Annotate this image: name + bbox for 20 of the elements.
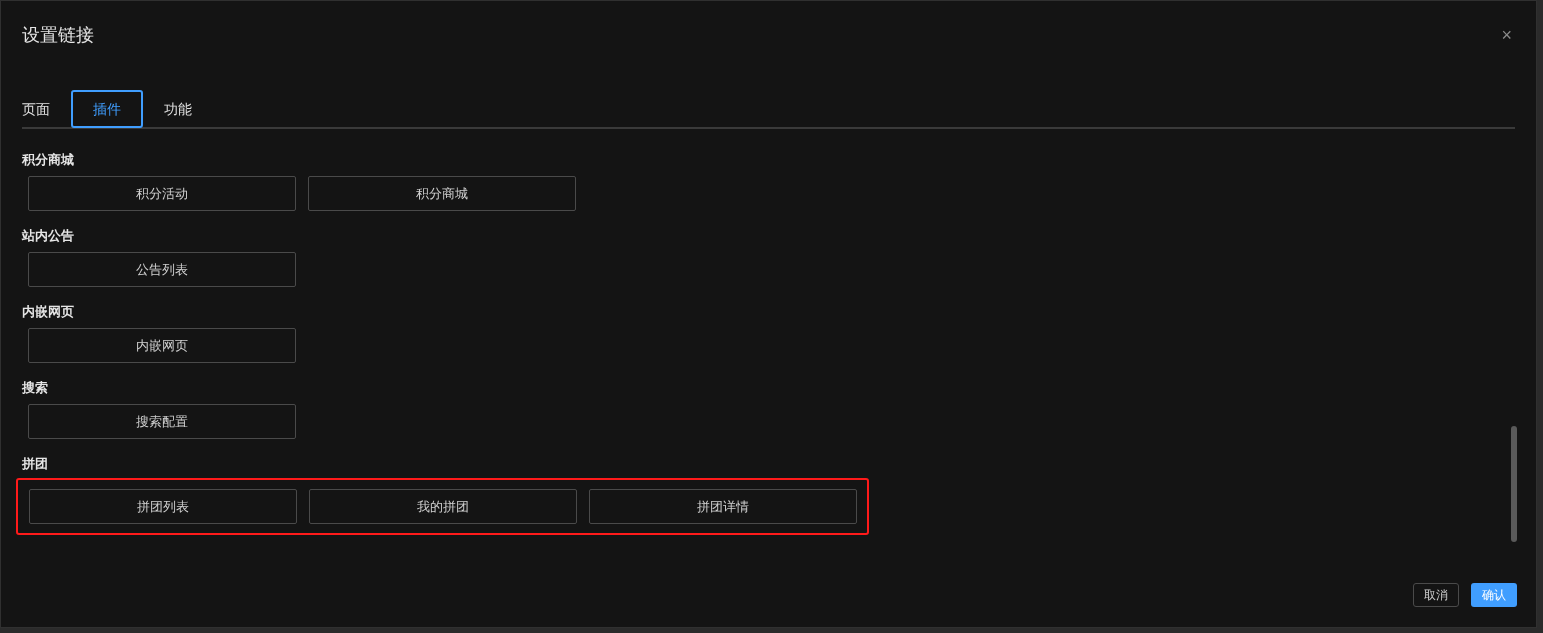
close-button[interactable]: × bbox=[1501, 26, 1512, 44]
link-option-button[interactable]: 公告列表 bbox=[28, 252, 296, 287]
group-title: 积分商城 bbox=[22, 151, 74, 169]
scrollbar-thumb[interactable] bbox=[1511, 426, 1517, 542]
group-title: 拼团 bbox=[22, 455, 48, 473]
group-title: 站内公告 bbox=[22, 227, 74, 245]
tab[interactable]: 插件 bbox=[71, 90, 143, 128]
link-option-button[interactable]: 搜索配置 bbox=[28, 404, 296, 439]
link-option-button[interactable]: 内嵌网页 bbox=[28, 328, 296, 363]
link-option-button[interactable]: 积分商城 bbox=[308, 176, 576, 211]
link-option-button[interactable]: 拼团列表 bbox=[29, 489, 297, 524]
group-title: 内嵌网页 bbox=[22, 303, 74, 321]
cancel-button[interactable]: 取消 bbox=[1413, 583, 1459, 607]
dialog-title: 设置链接 bbox=[22, 23, 94, 47]
group-title: 搜索 bbox=[22, 379, 48, 397]
link-option-button[interactable]: 我的拼团 bbox=[309, 489, 577, 524]
link-option-button[interactable]: 积分活动 bbox=[28, 176, 296, 211]
tab[interactable]: 页面 bbox=[22, 90, 50, 128]
link-option-button[interactable]: 拼团详情 bbox=[589, 489, 857, 524]
tab[interactable]: 功能 bbox=[164, 90, 192, 128]
